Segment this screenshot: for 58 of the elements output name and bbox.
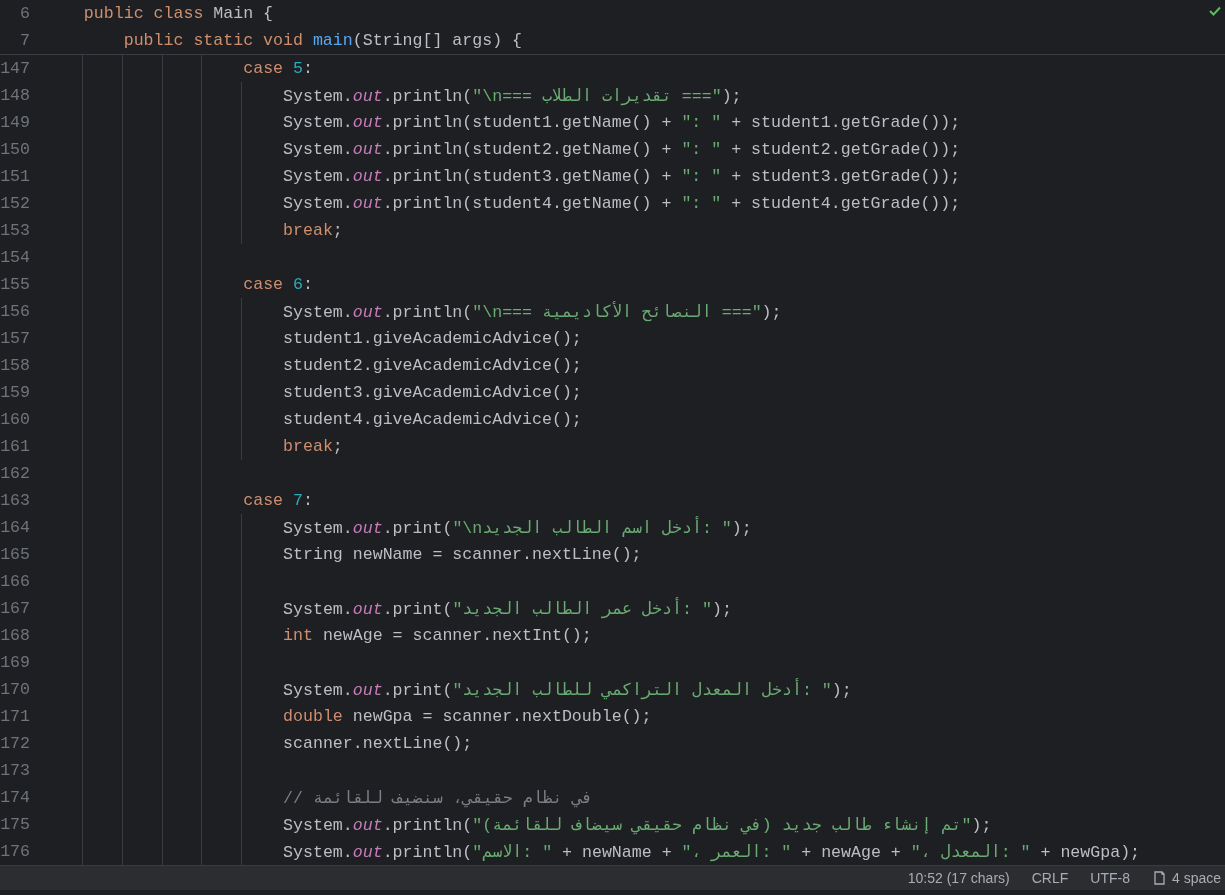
line-number: 165 xyxy=(0,545,30,564)
line-number: 164 xyxy=(0,518,30,537)
line-number: 149 xyxy=(0,113,30,132)
code-line: int newAge = scanner.nextInt(); xyxy=(283,626,592,645)
status-item[interactable]: UTF-8 xyxy=(1090,870,1130,886)
code-line: case 7: xyxy=(243,491,313,510)
code-line: public static void main(String[] args) { xyxy=(123,31,523,50)
document-icon[interactable] xyxy=(1151,871,1166,885)
line-number: 148 xyxy=(0,86,30,105)
line-number: 155 xyxy=(0,275,30,294)
code-line: System.out.println(student2.getName() + ": " + student2.getGrade()); xyxy=(283,140,961,159)
code-line: scanner.nextLine(); xyxy=(283,734,473,753)
code-line: student4.giveAcademicAdvice(); xyxy=(283,410,582,429)
code-line: break; xyxy=(283,221,343,240)
line-number: 173 xyxy=(0,761,30,780)
line-number: 153 xyxy=(0,221,30,240)
line-number: 161 xyxy=(0,437,30,456)
code-line: student1.giveAcademicAdvice(); xyxy=(283,329,582,348)
line-number: 162 xyxy=(0,464,30,483)
line-number: 6 xyxy=(19,4,30,23)
code-line: String newName = scanner.nextLine(); xyxy=(283,545,642,564)
code-comment: // في نظام حقيقي، سنضيف للقائمة xyxy=(283,787,593,808)
line-number: 176 xyxy=(0,842,30,861)
line-number: 152 xyxy=(0,194,30,213)
line-number: 171 xyxy=(0,707,30,726)
line-number: 157 xyxy=(0,329,30,348)
status-item[interactable]: 10:52 (17 chars) xyxy=(907,870,1010,886)
status-item[interactable]: CRLF xyxy=(1031,870,1069,886)
line-number: 172 xyxy=(0,734,30,753)
line-number: 166 xyxy=(0,572,30,591)
line-number: 167 xyxy=(0,599,30,618)
code-line: case 6: xyxy=(243,275,313,294)
code-line: double newGpa = scanner.nextDouble(); xyxy=(283,707,652,726)
line-number: 175 xyxy=(0,815,30,834)
status-item[interactable]: 4 space xyxy=(1171,870,1221,886)
line-number: 150 xyxy=(0,140,30,159)
line-number: 160 xyxy=(0,410,30,429)
line-number: 151 xyxy=(0,167,30,186)
line-number: 170 xyxy=(0,680,30,699)
code-line: public class Main { xyxy=(83,4,274,23)
code-line: case 5: xyxy=(243,59,313,78)
code-line: System.out.println(student3.getName() + ": " + student3.getGrade()); xyxy=(283,167,961,186)
code-line: student3.giveAcademicAdvice(); xyxy=(283,383,582,402)
line-number: 174 xyxy=(0,788,30,807)
code-line: break; xyxy=(283,437,343,456)
line-number: 147 xyxy=(0,59,30,78)
line-number: 158 xyxy=(0,356,30,375)
line-number: 156 xyxy=(0,302,30,321)
code-line: System.out.println(student4.getName() + ": " + student4.getGrade()); xyxy=(283,194,961,213)
line-number: 159 xyxy=(0,383,30,402)
line-number: 168 xyxy=(0,626,30,645)
line-number: 169 xyxy=(0,653,30,672)
check-icon[interactable] xyxy=(1209,6,1221,16)
code-line: student2.giveAcademicAdvice(); xyxy=(283,356,582,375)
line-number: 7 xyxy=(19,31,30,50)
line-number: 154 xyxy=(0,248,30,267)
code-line: System.out.println(student1.getName() + ": " + student1.getGrade()); xyxy=(283,113,961,132)
line-number: 163 xyxy=(0,491,30,510)
